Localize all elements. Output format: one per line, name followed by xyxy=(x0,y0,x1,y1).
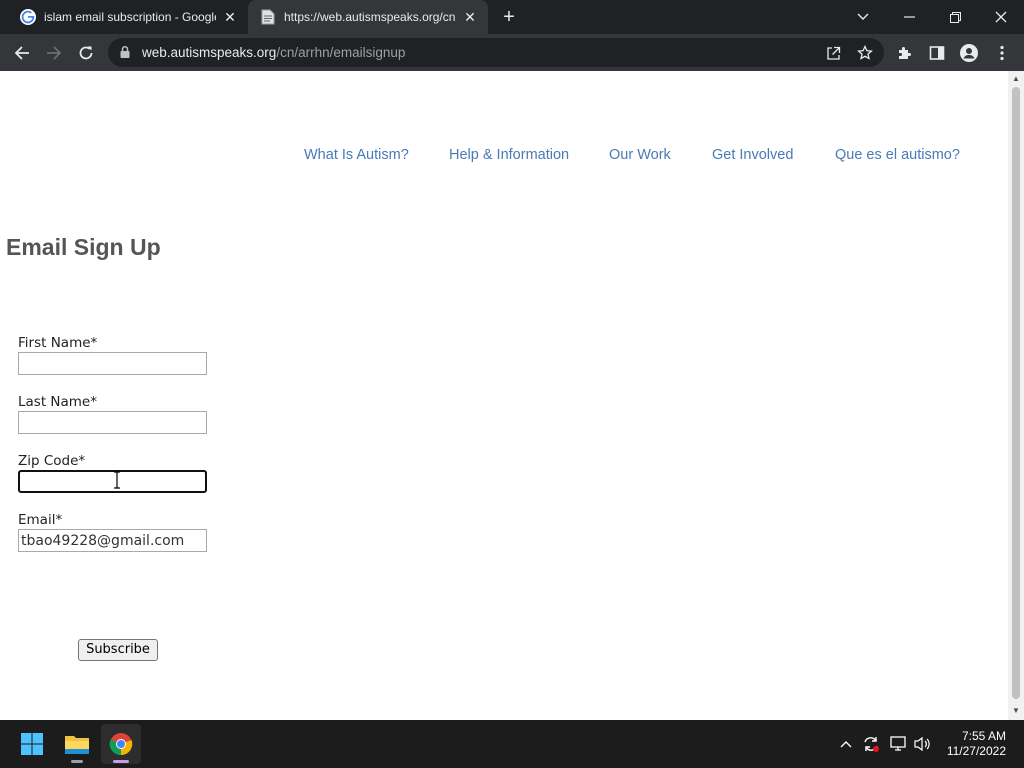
clock-time: 7:55 AM xyxy=(961,729,1006,743)
back-icon[interactable] xyxy=(8,39,36,67)
page-icon xyxy=(260,9,276,25)
scrollbar-thumb[interactable] xyxy=(1012,87,1020,699)
scroll-up-icon[interactable]: ▲ xyxy=(1012,75,1020,83)
nav-get-involved[interactable]: Get Involved xyxy=(712,147,793,163)
first-name-label: First Name* xyxy=(18,335,98,351)
menu-kebab-icon[interactable] xyxy=(992,43,1012,63)
google-icon xyxy=(20,9,36,25)
forward-icon[interactable] xyxy=(40,39,68,67)
nav-our-work[interactable]: Our Work xyxy=(609,147,671,163)
system-clock[interactable]: 7:55 AM 11/27/2022 xyxy=(947,729,1006,759)
url-host: web.autismspeaks.org xyxy=(142,45,277,60)
page-title: Email Sign Up xyxy=(6,234,161,260)
lock-icon[interactable] xyxy=(118,45,132,59)
tab-google-search[interactable]: islam email subscription - Google ✕ xyxy=(8,0,248,34)
minimize-icon[interactable] xyxy=(886,0,932,34)
restore-icon[interactable] xyxy=(932,0,978,34)
page-scrollbar[interactable]: ▲ ▼ xyxy=(1008,71,1024,720)
bookmark-star-icon[interactable] xyxy=(856,44,874,62)
close-tab-icon[interactable]: ✕ xyxy=(462,9,478,25)
browser-toolbar: web.autismspeaks.org/cn/arrhn/emailsignu… xyxy=(0,34,1024,71)
first-name-field[interactable] xyxy=(18,352,207,375)
tab-search-chevron-icon[interactable] xyxy=(840,0,886,34)
zip-code-label: Zip Code* xyxy=(18,453,86,469)
file-explorer-icon[interactable] xyxy=(57,724,97,764)
page-content: What Is Autism? Help & Information Our W… xyxy=(0,71,1008,720)
share-icon[interactable] xyxy=(824,44,842,62)
volume-icon[interactable] xyxy=(913,734,933,754)
nav-help-information[interactable]: Help & Information xyxy=(449,147,569,163)
last-name-field[interactable] xyxy=(18,411,207,434)
windows-start-icon[interactable] xyxy=(12,724,52,764)
url-text: web.autismspeaks.org/cn/arrhn/emailsignu… xyxy=(142,45,405,60)
profile-avatar-icon[interactable] xyxy=(959,43,979,63)
scroll-down-icon[interactable]: ▼ xyxy=(1012,707,1020,715)
address-bar[interactable]: web.autismspeaks.org/cn/arrhn/emailsignu… xyxy=(108,38,884,67)
extensions-puzzle-icon[interactable] xyxy=(895,43,915,63)
tab-title: islam email subscription - Google xyxy=(44,10,216,24)
side-panel-icon[interactable] xyxy=(927,43,947,63)
chrome-icon[interactable] xyxy=(101,724,141,764)
url-path: /cn/arrhn/emailsignup xyxy=(276,45,406,60)
clock-date: 11/27/2022 xyxy=(946,744,1006,758)
last-name-label: Last Name* xyxy=(18,394,97,410)
tab-autism-speaks[interactable]: https://web.autismspeaks.org/cn ✕ xyxy=(248,0,488,34)
network-icon[interactable] xyxy=(889,734,909,754)
email-field[interactable] xyxy=(18,529,207,552)
subscribe-button[interactable]: Subscribe xyxy=(78,639,158,661)
tab-title: https://web.autismspeaks.org/cn xyxy=(284,10,456,24)
running-indicator xyxy=(113,760,129,763)
nav-que-es-el-autismo[interactable]: Que es el autismo? xyxy=(835,147,960,163)
text-cursor-icon xyxy=(114,471,120,489)
email-label: Email* xyxy=(18,512,63,528)
reload-icon[interactable] xyxy=(72,39,100,67)
windows-taskbar: 7:55 AM 11/27/2022 xyxy=(0,720,1024,768)
new-tab-button[interactable]: + xyxy=(498,6,520,28)
sync-icon[interactable] xyxy=(861,734,881,754)
show-hidden-icons-chevron-icon[interactable] xyxy=(836,734,856,754)
running-indicator xyxy=(71,760,83,763)
browser-tabstrip: islam email subscription - Google ✕ http… xyxy=(0,0,1024,34)
nav-what-is-autism[interactable]: What Is Autism? xyxy=(304,147,409,163)
close-tab-icon[interactable]: ✕ xyxy=(222,9,238,25)
close-window-icon[interactable] xyxy=(978,0,1024,34)
